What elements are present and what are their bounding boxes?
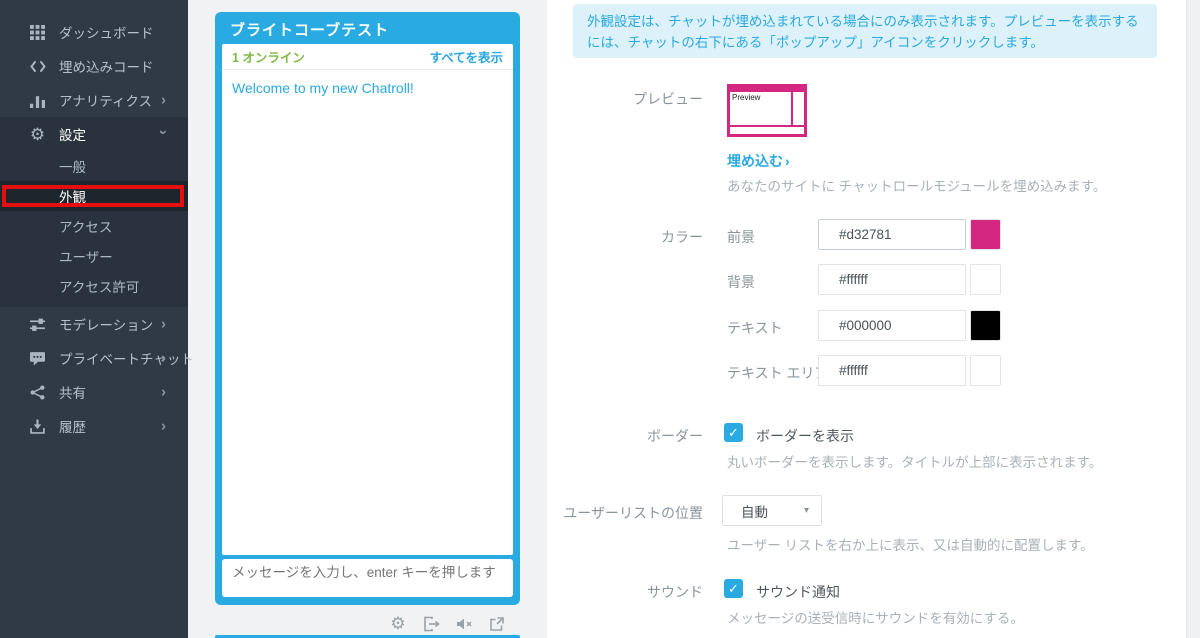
textarea-color-input[interactable] — [819, 356, 965, 385]
sidebar-item-moderation[interactable]: モデレーション › — [0, 307, 188, 341]
border-checkbox[interactable]: ✓ — [724, 423, 743, 442]
sidebar-item-label: 共有 — [59, 382, 86, 402]
sidebar-subitem-label: 外観 — [59, 186, 86, 206]
sidebar-item-private-chat[interactable]: プライベートチャット › — [0, 341, 188, 375]
sidebar-item-share[interactable]: 共有 › — [0, 375, 188, 409]
chatroll-admin-page: ダッシュボード 埋め込みコード アナリティクス › ⚙ 設定 › 一般 — [0, 0, 1200, 638]
chat-message: Welcome to my new Chatroll! — [232, 80, 414, 96]
popup-icon[interactable] — [488, 615, 506, 633]
background-color-field — [818, 264, 966, 295]
foreground-color-input[interactable] — [819, 220, 965, 249]
mute-icon[interactable] — [455, 615, 473, 633]
foreground-color-field — [818, 219, 966, 250]
textarea-color-field — [818, 355, 966, 386]
sidebar-item-label: 埋め込みコード — [59, 56, 154, 76]
chevron-right-icon: › — [161, 384, 166, 401]
textarea-color-swatch[interactable] — [970, 355, 1001, 386]
foreground-label: 前景 — [727, 227, 755, 247]
caret-down-icon: ▾ — [804, 505, 821, 516]
sidebar-item-embed-code[interactable]: 埋め込みコード — [0, 49, 188, 83]
chat-status-bar: 1 オンライン すべてを表示 — [222, 44, 513, 70]
thumb-inputbar — [730, 127, 804, 134]
chevron-down-icon: › — [155, 130, 172, 135]
background-label: 背景 — [727, 272, 755, 292]
sidebar-item-history[interactable]: 履歴 › — [0, 409, 188, 443]
sidebar-subitem-general[interactable]: 一般 — [0, 151, 188, 181]
share-icon — [29, 384, 46, 401]
text-color-label: テキスト — [727, 318, 783, 338]
gear-icon: ⚙ — [29, 126, 46, 143]
analytics-icon — [29, 92, 46, 109]
text-color-input[interactable] — [819, 311, 965, 340]
foreground-swatch[interactable] — [970, 219, 1001, 250]
sidebar-subitem-label: ユーザー — [59, 246, 113, 266]
sidebar-subitem-appearance[interactable]: 外観 — [0, 181, 188, 211]
sound-checkbox[interactable]: ✓ — [724, 579, 743, 598]
textarea-color-label: テキスト エリア — [727, 363, 828, 383]
chat-icon — [29, 350, 46, 367]
exit-icon[interactable] — [422, 615, 440, 633]
chevron-right-icon: › — [785, 153, 790, 169]
sidebar-item-label: プライベートチャット — [59, 348, 194, 368]
sidebar-item-label: 履歴 — [59, 416, 86, 436]
chat-widget-preview: ブライトコーブテスト 1 オンライン すべてを表示 Welcome to my … — [215, 12, 520, 605]
history-icon — [29, 418, 46, 435]
sound-checkbox-label: サウンド通知 — [756, 582, 840, 602]
chat-input-wrap — [222, 559, 513, 597]
code-icon — [29, 58, 46, 75]
embed-link-label: 埋め込む — [727, 153, 783, 169]
sidebar-subitem-label: アクセス — [59, 216, 112, 236]
border-checkbox-label: ボーダーを表示 — [756, 426, 854, 446]
background-color-input[interactable] — [819, 265, 965, 294]
show-all-link[interactable]: すべてを表示 — [430, 47, 503, 66]
text-color-field — [818, 310, 966, 341]
sidebar-subitem-permissions[interactable]: アクセス許可 — [0, 271, 188, 301]
sidebar-settings-group: ⚙ 設定 › 一般 外観 アクセス ユーザー アクセス許可 — [0, 117, 188, 307]
thumb-userlist — [793, 92, 804, 125]
chevron-right-icon: › — [161, 316, 166, 333]
sidebar-item-settings[interactable]: ⚙ 設定 › — [0, 117, 188, 151]
thumb-label: Preview — [730, 92, 791, 125]
preview-thumbnail[interactable]: Preview — [727, 84, 807, 137]
sidebar-item-label: 設定 — [59, 124, 86, 144]
border-section-label: ボーダー — [560, 426, 703, 446]
sidebar-subitem-label: アクセス許可 — [59, 276, 139, 296]
chevron-right-icon: › — [161, 350, 166, 367]
sidebar-item-label: モデレーション — [59, 314, 153, 334]
chat-widget-toolbar: ⚙ — [215, 613, 520, 635]
sidebar-subitem-label: 一般 — [59, 156, 86, 176]
text-color-swatch[interactable] — [970, 310, 1001, 341]
embed-description: あなたのサイトに チャットロールモジュールを埋め込みます。 — [727, 175, 1106, 195]
sound-description: メッセージの送受信時にサウンドを有効にする。 — [727, 607, 1024, 627]
chevron-right-icon: › — [161, 92, 166, 109]
preview-label: プレビュー — [560, 89, 703, 109]
sidebar-subitem-access[interactable]: アクセス — [0, 211, 188, 241]
background-swatch[interactable] — [970, 264, 1001, 295]
color-section-label: カラー — [560, 227, 703, 247]
gear-icon[interactable]: ⚙ — [389, 615, 407, 633]
sound-section-label: サウンド — [560, 582, 703, 602]
sidebar-item-analytics[interactable]: アナリティクス › — [0, 83, 188, 117]
embed-link[interactable]: 埋め込む› — [727, 151, 790, 171]
sidebar-subitem-users[interactable]: ユーザー — [0, 241, 188, 271]
online-count: 1 オンライン — [232, 47, 305, 66]
chat-message-input[interactable] — [222, 559, 513, 597]
grid-icon — [29, 24, 46, 41]
page-gutter — [1186, 0, 1200, 638]
chat-widget-body: 1 オンライン すべてを表示 Welcome to my new Chatrol… — [222, 44, 513, 555]
sidebar-item-dashboard[interactable]: ダッシュボード — [0, 15, 188, 49]
chat-message-area: Welcome to my new Chatroll! — [222, 70, 513, 555]
appearance-notice: 外観設定は、チャットが埋め込まれている場合にのみ表示されます。プレビューを表示す… — [573, 4, 1157, 58]
chat-widget-title: ブライトコーブテスト — [222, 12, 513, 44]
userlist-selected-value: 自動 — [723, 501, 804, 521]
sliders-icon — [29, 316, 46, 333]
sidebar-item-label: ダッシュボード — [59, 22, 154, 42]
userlist-description: ユーザー リストを右か上に表示、又は自動的に配置します。 — [727, 534, 1094, 554]
border-description: 丸いボーダーを表示します。タイトルが上部に表示されます。 — [727, 451, 1102, 471]
chevron-right-icon: › — [161, 418, 166, 435]
userlist-position-select[interactable]: 自動 ▾ — [722, 495, 822, 526]
sidebar-item-label: アナリティクス — [59, 90, 152, 110]
userlist-section-label: ユーザーリストの位置 — [560, 503, 703, 523]
sidebar: ダッシュボード 埋め込みコード アナリティクス › ⚙ 設定 › 一般 — [0, 0, 188, 638]
